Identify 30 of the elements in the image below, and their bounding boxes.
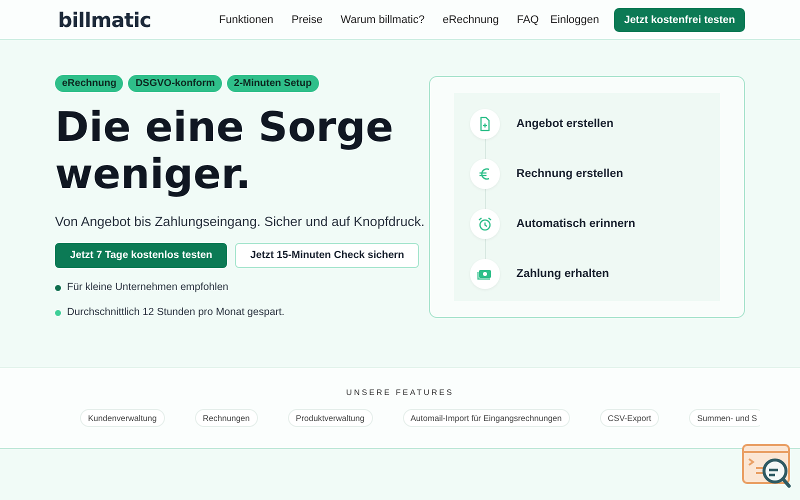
nav-link[interactable]: Warum billmatic? bbox=[340, 14, 425, 26]
nav-link[interactable]: eRechnung bbox=[442, 14, 499, 26]
badge: 2-Minuten Setup bbox=[226, 75, 319, 92]
logo[interactable]: billmatic bbox=[58, 8, 151, 32]
check-button[interactable]: Jetzt 15-Minuten Check sichern bbox=[235, 243, 420, 268]
feature-tag: Rechnungen bbox=[194, 409, 258, 427]
headline: weniger. bbox=[55, 151, 252, 198]
bullet-text: Durchschnittlich 12 Stunden pro Monat gespart. bbox=[67, 307, 285, 318]
feature-tag: CSV-Export bbox=[600, 409, 660, 427]
signup-button[interactable]: Jetzt kostenfrei testen bbox=[614, 8, 745, 32]
login-link[interactable]: Einloggen bbox=[550, 14, 600, 26]
step-label: Automatisch erinnern bbox=[516, 218, 636, 230]
badge: eRechnung bbox=[55, 75, 124, 92]
nav-link[interactable]: Preise bbox=[291, 14, 323, 26]
bullet-text: Für kleine Unternehmen empfohlen bbox=[67, 282, 228, 293]
feature-tag: Summen- und S bbox=[689, 409, 760, 427]
badge: DSGVO-konform bbox=[128, 75, 222, 92]
feature-tag: Kundenverwaltung bbox=[80, 409, 165, 427]
headline: Die eine Sorge bbox=[55, 104, 394, 151]
step-label: Angebot erstellen bbox=[516, 118, 614, 130]
step-label: Rechnung erstellen bbox=[516, 168, 624, 180]
alarm-clock-icon bbox=[477, 216, 494, 232]
feature-tag: Automail-Import für Eingangsrechnungen bbox=[402, 409, 570, 427]
step-label: Zahlung erhalten bbox=[516, 268, 610, 280]
trial-button[interactable]: Jetzt 7 Tage kostenlos testen bbox=[55, 243, 228, 268]
nav-link[interactable]: FAQ bbox=[516, 14, 539, 26]
feature-tag: Produktverwaltung bbox=[288, 409, 373, 427]
section-title: UNSERE FEATURES bbox=[345, 388, 455, 397]
nav-link[interactable]: Funktionen bbox=[219, 14, 274, 26]
subtitle: Von Angebot bis Zahlungseingang. Sicher und auf Knopfdruck. bbox=[55, 214, 426, 229]
